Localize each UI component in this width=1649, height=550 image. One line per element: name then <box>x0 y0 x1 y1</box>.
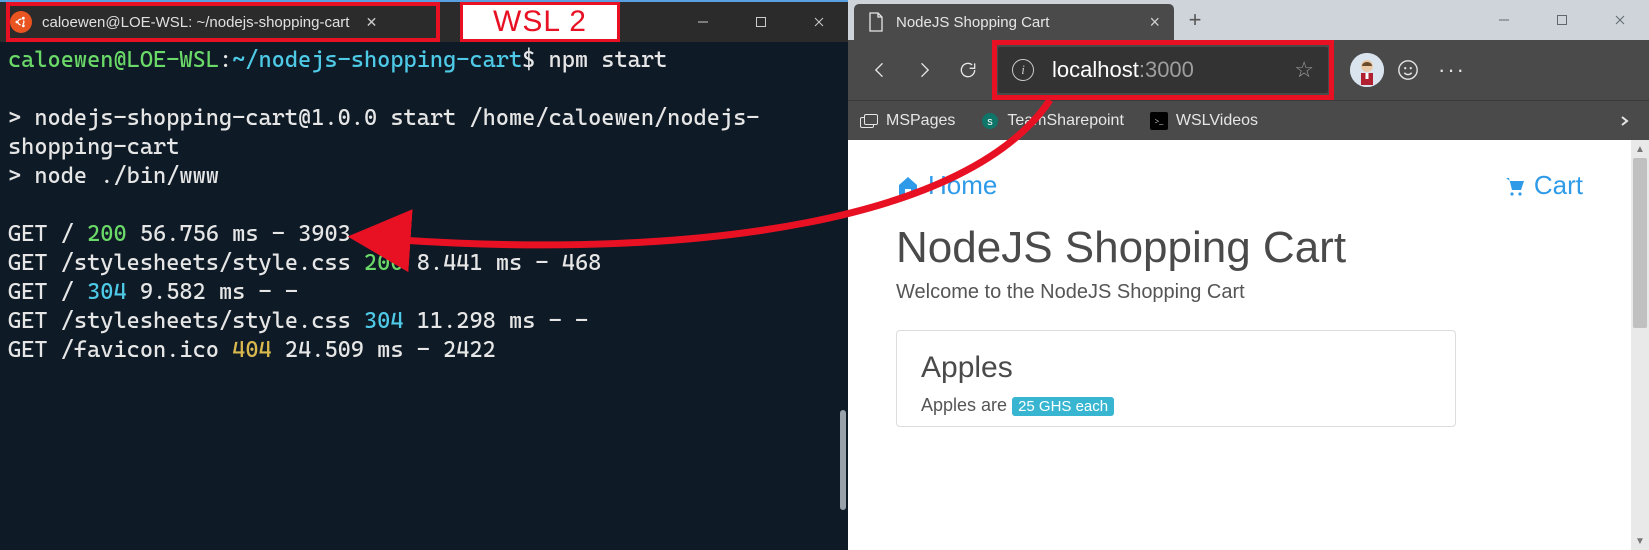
prompt-sep: : <box>219 47 232 73</box>
folder-icon <box>860 112 878 130</box>
forward-button[interactable] <box>902 48 946 92</box>
sharepoint-icon: s <box>981 112 999 130</box>
new-tab-button[interactable]: + <box>1178 5 1212 35</box>
bookmarks-overflow-icon[interactable] <box>1611 108 1637 134</box>
prompt-command: npm start <box>549 47 668 73</box>
url-port: :3000 <box>1139 57 1194 83</box>
terminal-scrollbar[interactable] <box>840 410 846 510</box>
more-menu-icon[interactable]: ··· <box>1432 50 1472 90</box>
nav-cart-label: Cart <box>1534 170 1583 201</box>
log-row: GET /stylesheets/style.css 304 11.298 ms… <box>8 308 588 334</box>
term-line-pkg: > nodejs-shopping-cart@1.0.0 start /home… <box>8 105 759 160</box>
refresh-button[interactable] <box>946 48 990 92</box>
favorite-icon[interactable]: ☆ <box>1294 57 1314 83</box>
bookmark-label: MSPages <box>886 112 955 130</box>
log-row: GET / 200 56.756 ms - 3903 <box>8 221 351 247</box>
log-row: GET /stylesheets/style.css 200 8.441 ms … <box>8 250 601 276</box>
svg-text:s: s <box>988 116 994 128</box>
url-host: localhost <box>1052 57 1139 83</box>
terminal-titlebar: caloewen@LOE-WSL: ~/nodejs-shopping-cart… <box>0 2 848 42</box>
browser-tab[interactable]: NodeJS Shopping Cart × <box>854 4 1174 40</box>
site-info-icon[interactable]: i <box>1012 59 1034 81</box>
terminal-tab-title: caloewen@LOE-WSL: ~/nodejs-shopping-cart <box>42 14 349 31</box>
url-bar[interactable]: i localhost:3000 ☆ <box>998 47 1328 93</box>
bookmark-label: WSLVideos <box>1176 112 1258 130</box>
minimize-button[interactable] <box>674 2 732 42</box>
browser-window: NodeJS Shopping Cart × + i localhost:300… <box>848 0 1649 550</box>
log-row: GET /favicon.ico 404 24.509 ms - 2422 <box>8 337 496 363</box>
wsl-icon: >_ <box>1150 112 1168 130</box>
product-desc-text: Apples are <box>921 395 1012 415</box>
cart-icon <box>1502 174 1526 198</box>
terminal-tab-close-icon[interactable]: ✕ <box>363 14 379 30</box>
close-button[interactable] <box>790 2 848 42</box>
maximize-button[interactable] <box>732 2 790 42</box>
terminal-body[interactable]: caloewen@LOE-WSL:~/nodejs-shopping-cart$… <box>0 42 848 550</box>
maximize-button[interactable] <box>1533 0 1591 40</box>
term-line-node: > node ./bin/www <box>8 163 219 189</box>
browser-viewport: Home Cart NodeJS Shopping Cart Welcome t… <box>848 140 1649 550</box>
minimize-button[interactable] <box>1475 0 1533 40</box>
bookmark-teamsharepoint[interactable]: s TeamSharepoint <box>981 112 1124 130</box>
product-description: Apples are 25 GHS each <box>921 395 1431 416</box>
prompt-path: ~/nodejs-shopping-cart <box>232 47 522 73</box>
page-icon <box>868 12 884 32</box>
annotation-wsl-text: WSL 2 <box>493 5 587 39</box>
close-button[interactable] <box>1591 0 1649 40</box>
nav-home-link[interactable]: Home <box>896 170 997 201</box>
log-row: GET / 304 9.582 ms - - <box>8 279 298 305</box>
home-icon <box>896 174 920 198</box>
bookmark-mspages[interactable]: MSPages <box>860 112 955 130</box>
profile-avatar[interactable] <box>1350 53 1384 87</box>
scroll-down-icon[interactable]: ▼ <box>1631 532 1649 550</box>
browser-tab-title: NodeJS Shopping Cart <box>896 14 1141 31</box>
product-card: Apples Apples are 25 GHS each <box>896 330 1456 427</box>
annotation-wsl-label: WSL 2 <box>460 2 620 42</box>
page-subtitle: Welcome to the NodeJS Shopping Cart <box>896 281 1583 304</box>
bookmark-wslvideos[interactable]: >_ WSLVideos <box>1150 112 1258 130</box>
nav-cart-link[interactable]: Cart <box>1502 170 1583 201</box>
browser-window-buttons <box>1475 0 1649 40</box>
page-nav: Home Cart <box>896 170 1583 201</box>
scroll-thumb[interactable] <box>1633 158 1647 328</box>
ubuntu-icon <box>10 11 32 33</box>
bookmark-label: TeamSharepoint <box>1007 112 1124 130</box>
terminal-window: caloewen@LOE-WSL: ~/nodejs-shopping-cart… <box>0 0 848 550</box>
back-button[interactable] <box>858 48 902 92</box>
svg-text:>_: >_ <box>1155 117 1165 126</box>
product-title: Apples <box>921 351 1431 385</box>
scroll-up-icon[interactable]: ▲ <box>1631 140 1649 158</box>
prompt-dollar: $ <box>522 47 535 73</box>
terminal-window-buttons <box>674 2 848 42</box>
nav-home-label: Home <box>928 170 997 201</box>
url-bar-wrap: i localhost:3000 ☆ <box>998 47 1328 93</box>
browser-toolbar: i localhost:3000 ☆ ··· <box>848 40 1649 100</box>
page-title: NodeJS Shopping Cart <box>896 223 1583 273</box>
tab-close-icon[interactable]: × <box>1149 13 1160 31</box>
page-content: Home Cart NodeJS Shopping Cart Welcome t… <box>848 140 1631 550</box>
prompt-user: caloewen@LOE-WSL <box>8 47 219 73</box>
terminal-tab[interactable]: caloewen@LOE-WSL: ~/nodejs-shopping-cart… <box>0 2 389 42</box>
page-scrollbar[interactable]: ▲ ▼ <box>1631 140 1649 550</box>
browser-tabstrip: NodeJS Shopping Cart × + <box>848 0 1649 40</box>
product-price-badge: 25 GHS each <box>1012 397 1114 416</box>
bookmarks-bar: MSPages s TeamSharepoint >_ WSLVideos <box>848 100 1649 140</box>
feedback-icon[interactable] <box>1388 50 1428 90</box>
